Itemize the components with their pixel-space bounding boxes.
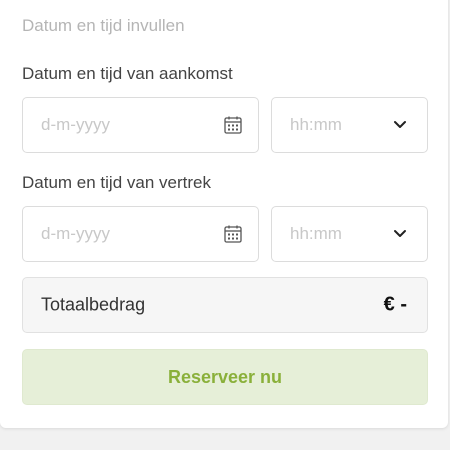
calendar-icon[interactable]: [224, 116, 242, 134]
arrival-time-placeholder: hh:mm: [290, 115, 342, 134]
departure-label: Datum en tijd van vertrek: [22, 173, 211, 192]
departure-time-select[interactable]: hh:mm: [271, 206, 428, 262]
calendar-icon[interactable]: [224, 225, 242, 243]
total-label: Totaalbedrag: [41, 294, 146, 315]
total-amount-box: Totaalbedrag € -: [22, 277, 428, 333]
chevron-down-icon: [394, 230, 406, 237]
total-value: € -: [383, 293, 407, 316]
chevron-down-icon: [394, 121, 406, 128]
arrival-label: Datum en tijd van aankomst: [22, 64, 233, 83]
form-subtitle: Datum en tijd invullen: [22, 16, 185, 35]
arrival-date-input[interactable]: d-m-yyyy: [22, 97, 259, 153]
arrival-date-placeholder: d-m-yyyy: [41, 115, 110, 134]
arrival-time-select[interactable]: hh:mm: [271, 97, 428, 153]
departure-date-input[interactable]: d-m-yyyy: [22, 206, 259, 262]
reserve-button[interactable]: Reserveer nu: [22, 349, 428, 405]
departure-time-placeholder: hh:mm: [290, 224, 342, 243]
departure-date-placeholder: d-m-yyyy: [41, 224, 110, 243]
